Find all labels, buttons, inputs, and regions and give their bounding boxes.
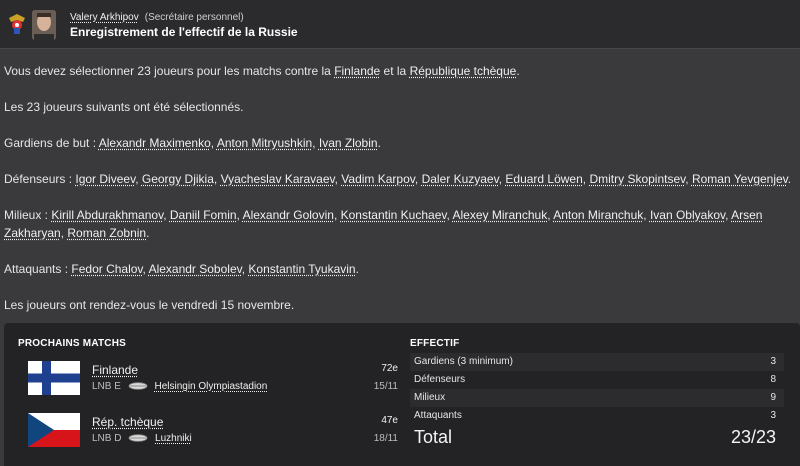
player-link[interactable]: Georgy Djikia <box>142 172 214 186</box>
match-meta: LNB E Helsingin Olympiastadion <box>92 381 268 392</box>
player-link[interactable]: Kirill Abdurakhmanov <box>51 208 163 222</box>
player-link[interactable]: Konstantin Kuchaev <box>341 208 447 222</box>
link-finland[interactable]: Finlande <box>334 64 380 78</box>
player-link[interactable]: Alexey Miranchuk <box>453 208 548 222</box>
player-link[interactable]: Anton Miranchuk <box>553 208 643 222</box>
total-label: Total <box>414 427 453 447</box>
summary-panel: PROCHAINS MATCHS Finlande LNB E Helsingi… <box>4 323 800 466</box>
player-link[interactable]: Igor Diveev <box>75 172 135 186</box>
match-date: 15/11 <box>373 381 398 392</box>
player-link[interactable]: Eduard Löwen <box>505 172 582 186</box>
player-link[interactable]: Vadim Karpov <box>341 172 415 186</box>
selection-paragraph: Les 23 joueurs suivants ont été sélectio… <box>4 100 244 114</box>
player-link[interactable]: Anton Mitryushkin <box>217 136 312 150</box>
sender-line: Valery Arkhipov (Secrétaire personnel) <box>70 12 244 23</box>
sender-avatar[interactable] <box>32 10 56 40</box>
squad-row-attackers: Attaquants 3 <box>414 410 776 421</box>
opponent-name[interactable]: Rép. tchèque <box>92 415 163 429</box>
player-link[interactable]: Roman Zobnin <box>67 226 146 240</box>
player-link[interactable]: Roman Yevgenjev <box>692 172 788 186</box>
message-subject: Enregistrement de l'effectif de la Russi… <box>70 25 298 39</box>
goalkeepers-paragraph: Gardiens de but : Alexandr Maximenko, An… <box>4 136 381 150</box>
player-link[interactable]: Ivan Zlobin <box>319 136 378 150</box>
squad-row-defenders: Défenseurs 8 <box>414 374 776 385</box>
russia-football-crest-icon <box>9 14 25 34</box>
match-row[interactable]: Rép. tchèque LNB D Luzhniki 47e 18/11 <box>18 413 398 457</box>
message-body: Vous devez sélectionner 23 joueurs pour … <box>4 62 794 332</box>
defenders-paragraph: Défenseurs : Igor Diveev, Georgy Djikia,… <box>4 172 792 186</box>
squad-title: EFFECTIF <box>410 338 460 349</box>
football-icon <box>128 382 148 391</box>
stadium-name[interactable]: Helsingin Olympiastadion <box>154 381 267 392</box>
player-link[interactable]: Alexandr Maximenko <box>99 136 211 150</box>
link-czech-republic[interactable]: République tchèque <box>410 64 517 78</box>
player-link[interactable]: Alexandr Golovin <box>243 208 334 222</box>
match-meta: LNB D Luzhniki <box>92 433 192 444</box>
message-header: Valery Arkhipov (Secrétaire personnel) En… <box>0 0 800 49</box>
player-link[interactable]: Vyacheslav Karavaev <box>221 172 335 186</box>
match-date: 18/11 <box>373 433 398 444</box>
opponent-name[interactable]: Finlande <box>92 363 138 377</box>
player-link[interactable]: Ivan Oblyakov <box>650 208 725 222</box>
next-matches-title: PROCHAINS MATCHS <box>18 338 127 349</box>
intro-paragraph: Vous devez sélectionner 23 joueurs pour … <box>4 64 520 78</box>
player-link[interactable]: Fedor Chalov <box>71 262 142 276</box>
player-link[interactable]: Konstantin Tyukavin <box>248 262 355 276</box>
czech-flag-icon <box>28 413 80 447</box>
sender-name[interactable]: Valery Arkhipov <box>70 12 139 23</box>
match-row[interactable]: Finlande LNB E Helsingin Olympiastadion … <box>18 361 398 405</box>
total-value: 23/23 <box>730 427 776 447</box>
squad-table: Gardiens (3 minimum) 3 Défenseurs 8 Mili… <box>410 353 784 425</box>
closing-paragraph: Les joueurs ont rendez-vous le vendredi … <box>4 298 295 312</box>
player-link[interactable]: Alexandr Sobolev <box>149 262 242 276</box>
football-icon <box>128 434 148 443</box>
attackers-paragraph: Attaquants : Fedor Chalov, Alexandr Sobo… <box>4 262 359 276</box>
player-link[interactable]: Daler Kuzyaev <box>422 172 499 186</box>
finland-flag-icon <box>28 361 80 395</box>
stadium-name[interactable]: Luzhniki <box>155 433 192 444</box>
player-link[interactable]: Daniil Fomin <box>170 208 237 222</box>
opponent-rank: 47e <box>381 415 398 426</box>
sender-role: (Secrétaire personnel) <box>144 12 244 23</box>
squad-row-goalkeepers: Gardiens (3 minimum) 3 <box>410 353 784 371</box>
squad-total: Total 23/23 <box>410 425 784 451</box>
midfielders-paragraph: Milieux : Kirill Abdurakhmanov, Daniil F… <box>4 208 763 240</box>
player-link[interactable]: Dmitry Skopintsev <box>589 172 685 186</box>
squad-row-midfielders: Milieux 9 <box>410 389 784 407</box>
opponent-rank: 72e <box>381 363 398 374</box>
